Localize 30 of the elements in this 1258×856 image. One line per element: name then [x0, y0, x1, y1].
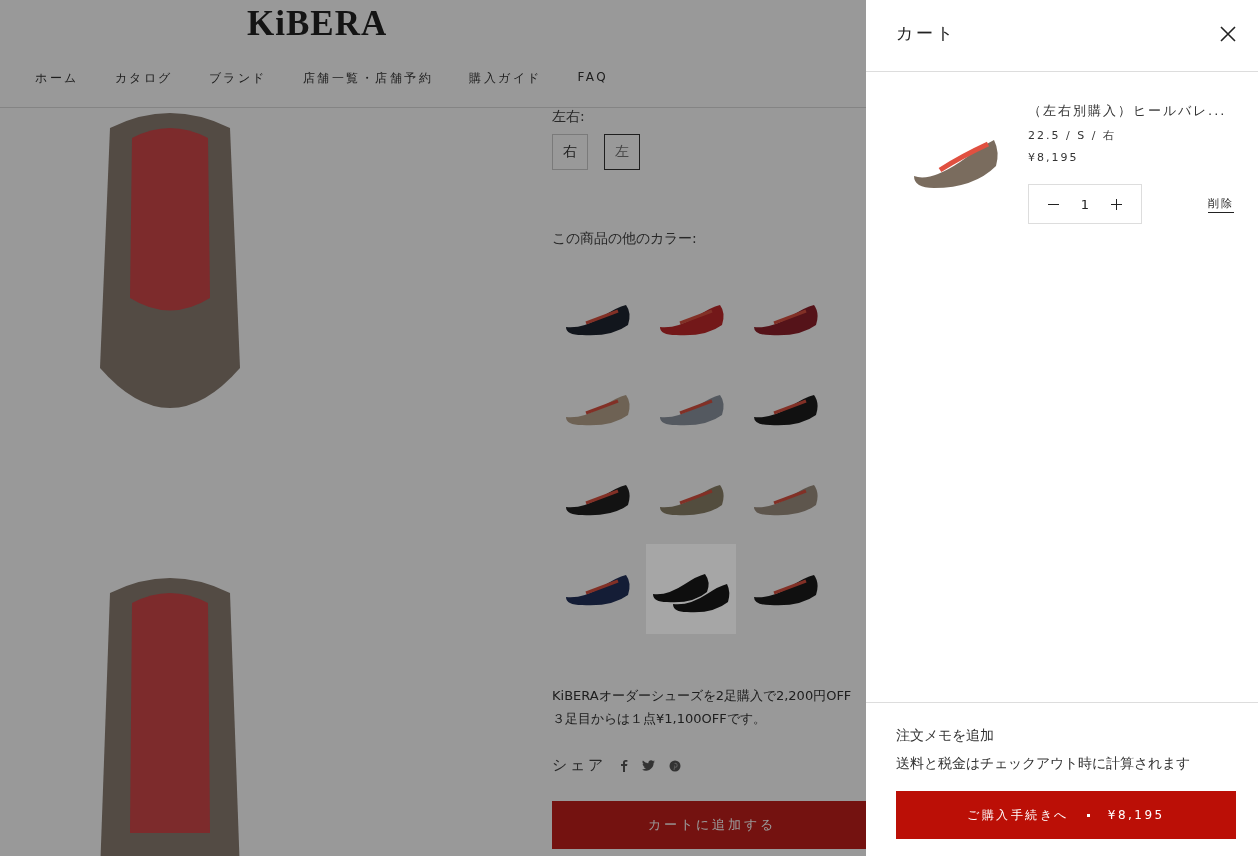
nav-link[interactable]: FAQ	[577, 70, 609, 87]
promo-text: KiBERAオーダーシューズを2足購入で2,200円OFF	[552, 687, 853, 705]
tax-note: 送料と税金はチェックアウト時に計算されます	[896, 755, 1191, 773]
quantity-stepper[interactable]: 1	[1028, 184, 1142, 224]
promo-text: ３足目からは１点¥1,100OFFです。	[552, 710, 767, 728]
cart-item-name[interactable]: （左右別購入）ヒールバレ...	[1028, 102, 1234, 120]
cart-item-variant: 22.5 / S / 右	[1028, 128, 1117, 143]
plus-icon[interactable]	[1111, 198, 1123, 210]
colors-label: この商品の他のカラー:	[552, 230, 698, 248]
cart-item-price: ¥8,195	[1028, 151, 1080, 164]
brand-logo[interactable]: KiBERA	[247, 4, 388, 44]
order-note-link[interactable]: 注文メモを追加	[896, 727, 994, 743]
close-icon[interactable]	[1220, 26, 1236, 42]
cart-title: カート	[896, 22, 956, 45]
checkout-button[interactable]: ご購入手続きへ ¥8,195	[896, 791, 1236, 839]
facebook-icon[interactable]	[620, 759, 628, 772]
twitter-icon[interactable]	[642, 760, 655, 771]
pinterest-icon[interactable]	[669, 759, 681, 772]
option-label: 左右:	[552, 108, 586, 126]
quantity-value: 1	[1080, 196, 1090, 212]
color-swatch[interactable]	[646, 544, 736, 634]
nav-link[interactable]: カタログ	[114, 70, 173, 87]
nav-link[interactable]: ホーム	[35, 70, 79, 87]
side-option[interactable]: 右	[552, 134, 588, 170]
remove-link[interactable]: 削除	[1208, 195, 1234, 213]
nav-link[interactable]: 店舗一覧・店舗予約	[302, 70, 433, 87]
side-option[interactable]: 左	[604, 134, 640, 170]
share-label: シェア	[552, 756, 606, 775]
nav-link[interactable]: 購入ガイド	[469, 70, 542, 87]
nav-link[interactable]: ブランド	[208, 70, 267, 87]
